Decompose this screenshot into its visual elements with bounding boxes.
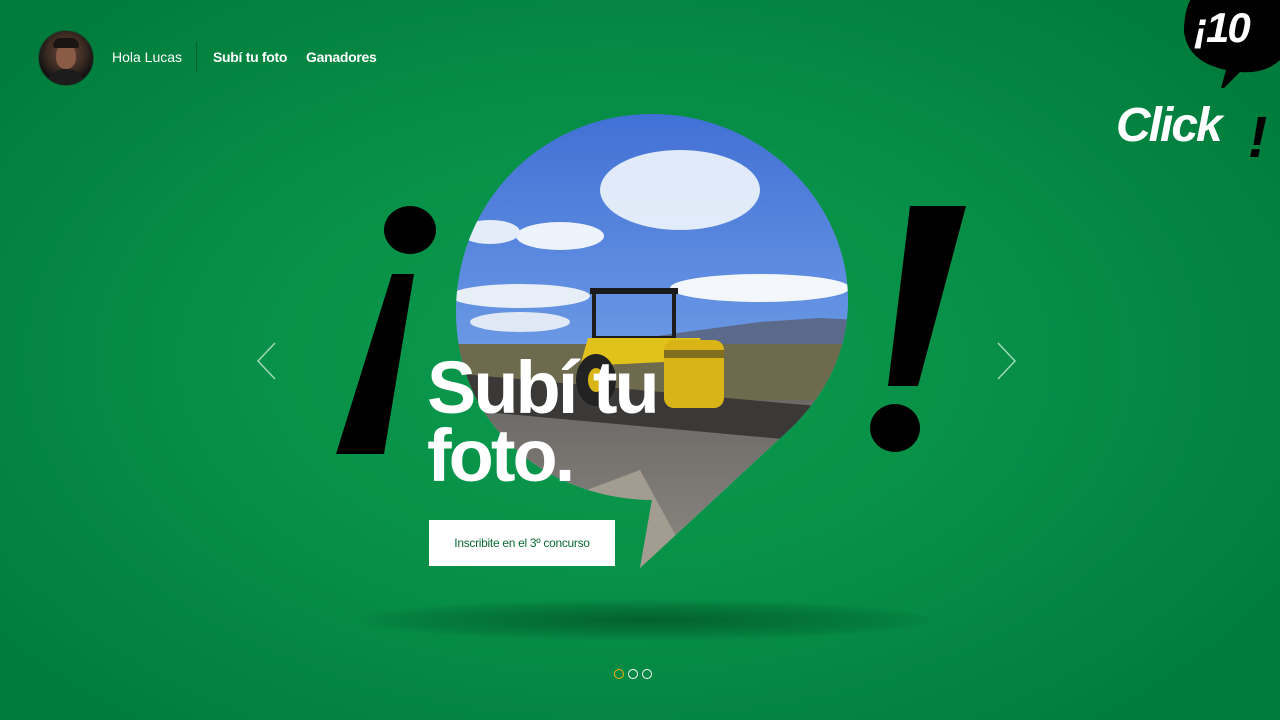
hero-title-line1: Subí tu <box>427 346 660 429</box>
carousel-dot-2[interactable] <box>628 669 638 679</box>
carousel-dot-3[interactable] <box>642 669 652 679</box>
signup-contest-button[interactable]: Inscribite en el 3º concurso <box>429 520 615 566</box>
hero-photo <box>456 114 848 568</box>
inverted-exclamation-icon <box>336 206 436 454</box>
carousel-next-button[interactable] <box>995 340 1019 380</box>
carousel-dots <box>614 669 652 679</box>
hero-title: Subí tu foto. <box>427 346 747 497</box>
carousel-prev-button[interactable] <box>254 340 278 380</box>
carousel-dot-1[interactable] <box>614 669 624 679</box>
exclamation-icon <box>870 206 966 452</box>
hero-title-line2: foto. <box>427 414 575 497</box>
